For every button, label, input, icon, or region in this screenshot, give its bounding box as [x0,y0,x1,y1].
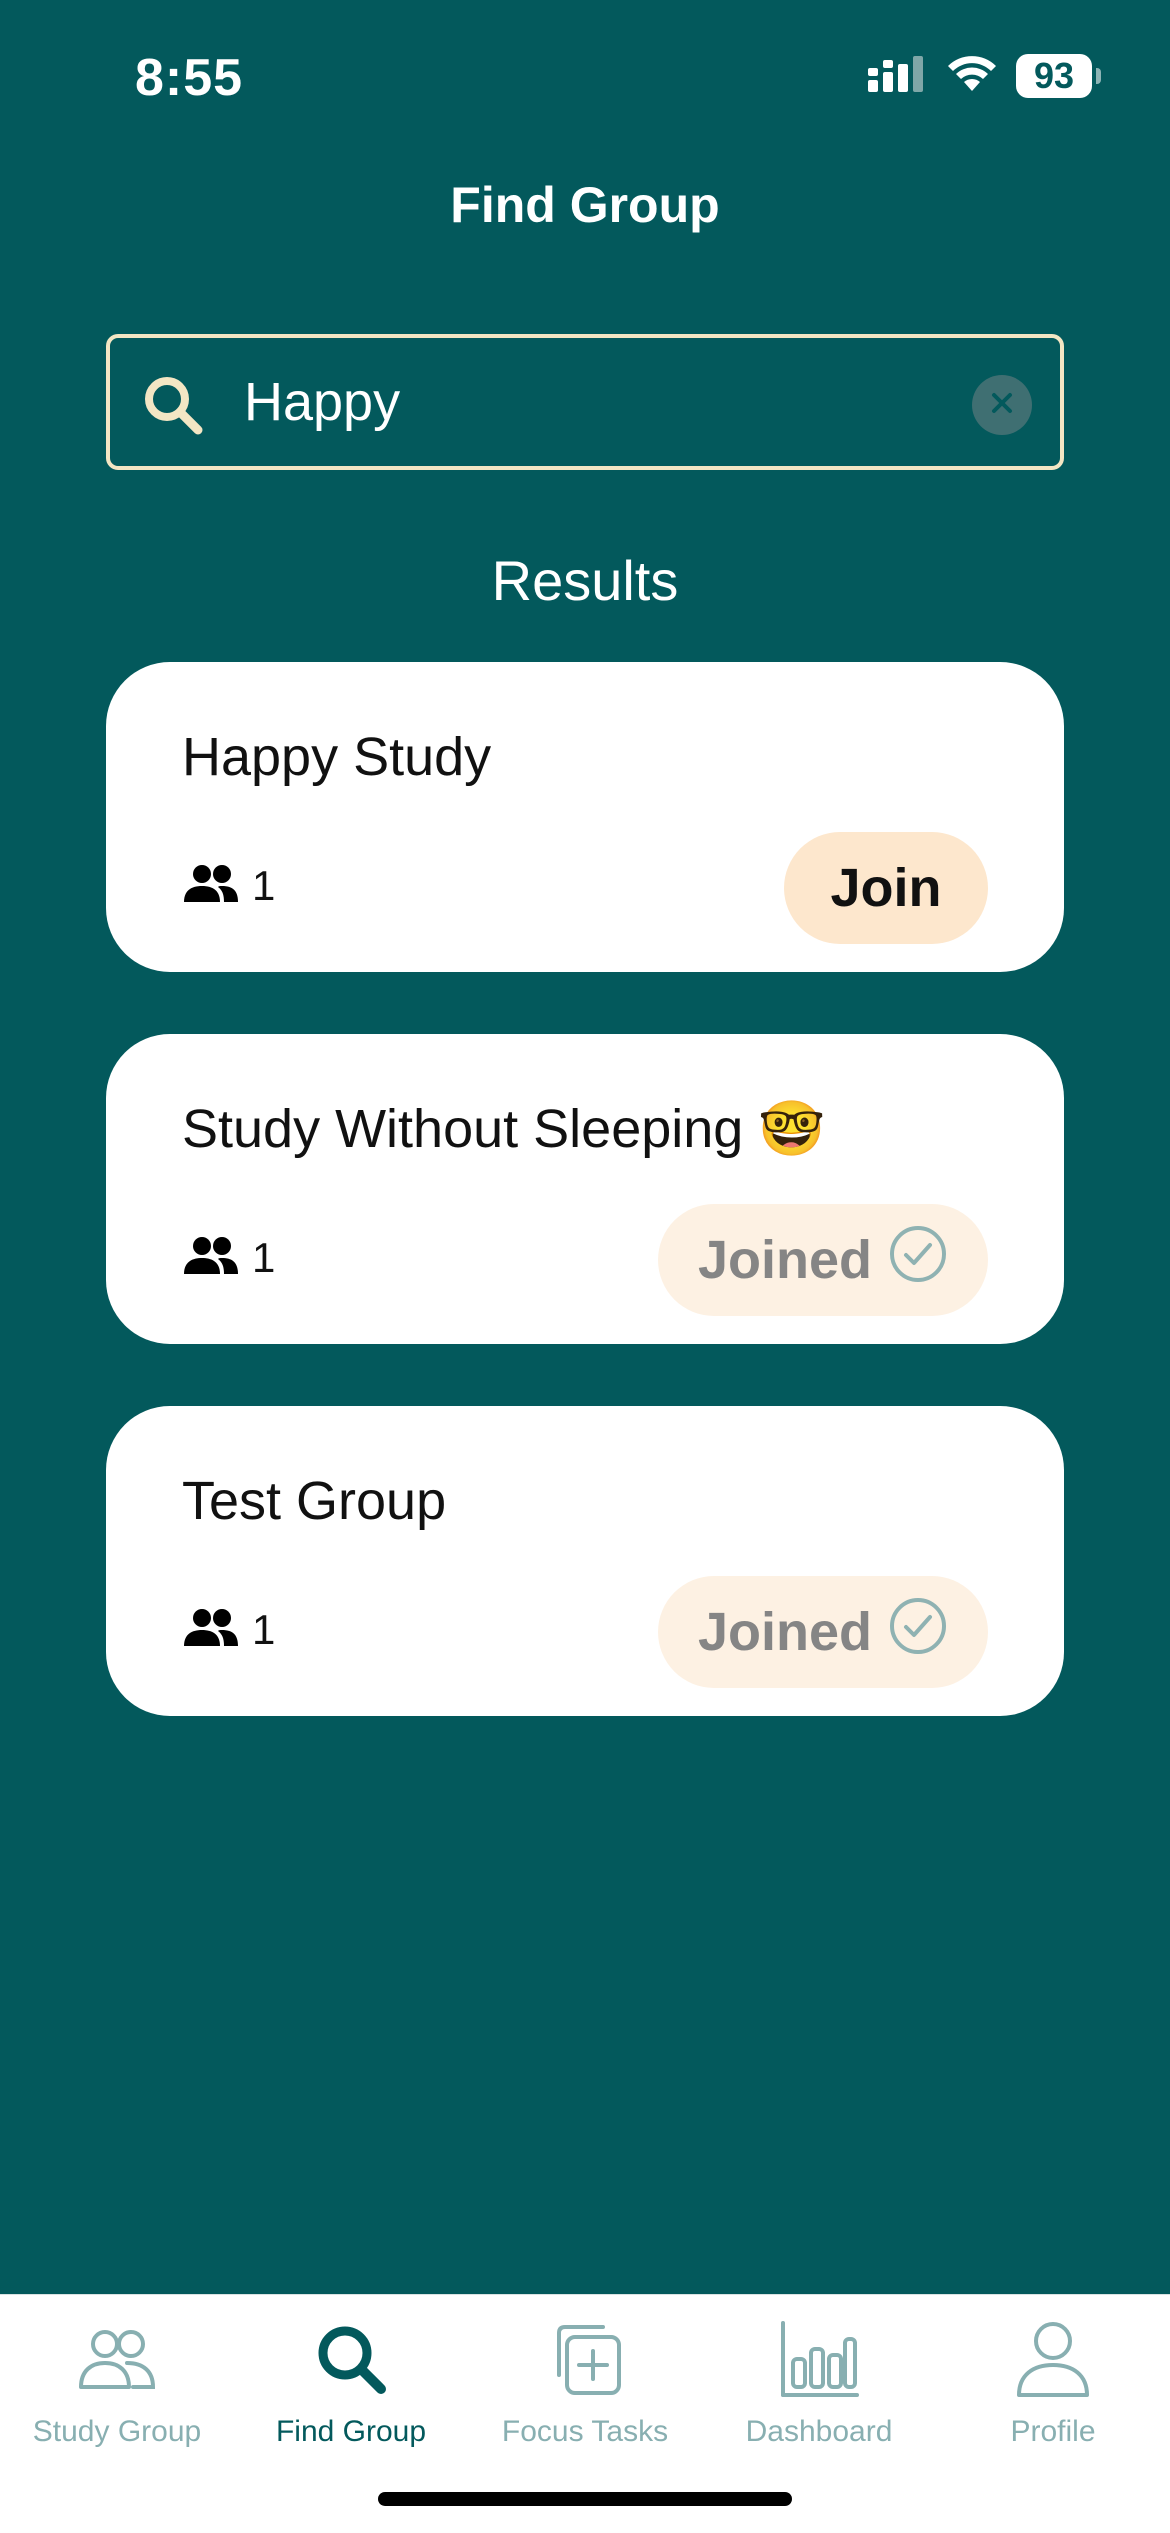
member-count: 1 [252,1606,276,1653]
member-count-row: 1 [182,1234,275,1282]
member-count-row: 1 [182,1606,275,1654]
tab-label: Dashboard [745,2415,893,2448]
people-icon [73,2315,161,2403]
person-icon [1009,2315,1097,2403]
joined-label: Joined [697,1230,873,1290]
member-count: 1 [252,862,276,909]
joined-button[interactable]: Joined [658,1204,988,1316]
search-icon [307,2315,395,2403]
member-count: 1 [252,1234,276,1281]
status-icons: 93 [868,54,1101,98]
result-card: Test Group 1 Joined [106,1406,1064,1716]
tab-study-group[interactable]: Study Group [0,2315,234,2465]
tab-profile[interactable]: Profile [936,2315,1170,2465]
check-circle-icon [888,1224,948,1297]
tab-label: Focus Tasks [501,2415,669,2448]
people-icon [182,1236,240,1281]
status-time: 8:55 [135,49,244,107]
home-indicator [378,2492,792,2506]
status-bar: 8:55 93 [0,0,1170,150]
search-icon [142,374,204,436]
result-card: Study Without Sleeping 🤓 1 Joined [106,1034,1064,1344]
add-task-icon [541,2315,629,2403]
tab-find-group[interactable]: Find Group [234,2315,468,2465]
tab-label: Find Group [275,2415,427,2448]
result-card: Happy Study 1 Join [106,662,1064,972]
cellular-signal-icon [868,55,928,97]
member-count-row: 1 [182,862,275,910]
check-circle-icon [888,1596,948,1669]
search-bar[interactable] [106,334,1064,470]
tab-focus-tasks[interactable]: Focus Tasks [468,2315,702,2465]
joined-button[interactable]: Joined [658,1576,988,1688]
tab-dashboard[interactable]: Dashboard [702,2315,936,2465]
people-icon [182,1608,240,1653]
group-title: Test Group [182,1471,447,1531]
group-title: Study Without Sleeping 🤓 [182,1099,826,1159]
close-icon [987,388,1017,423]
search-input[interactable] [244,362,944,442]
results-heading: Results [491,549,679,612]
people-icon [182,864,240,909]
bar-chart-icon [775,2315,863,2403]
battery-indicator: 93 [1016,54,1101,98]
group-title: Happy Study [182,727,492,787]
page-title: Find Group [450,177,720,233]
join-button[interactable]: Join [784,832,988,944]
tab-label: Profile [1010,2415,1096,2448]
joined-label: Joined [697,1602,873,1662]
join-label: Join [830,858,942,918]
wifi-icon [946,55,998,98]
clear-search-button[interactable] [972,375,1032,435]
tab-label: Study Group [32,2415,202,2448]
